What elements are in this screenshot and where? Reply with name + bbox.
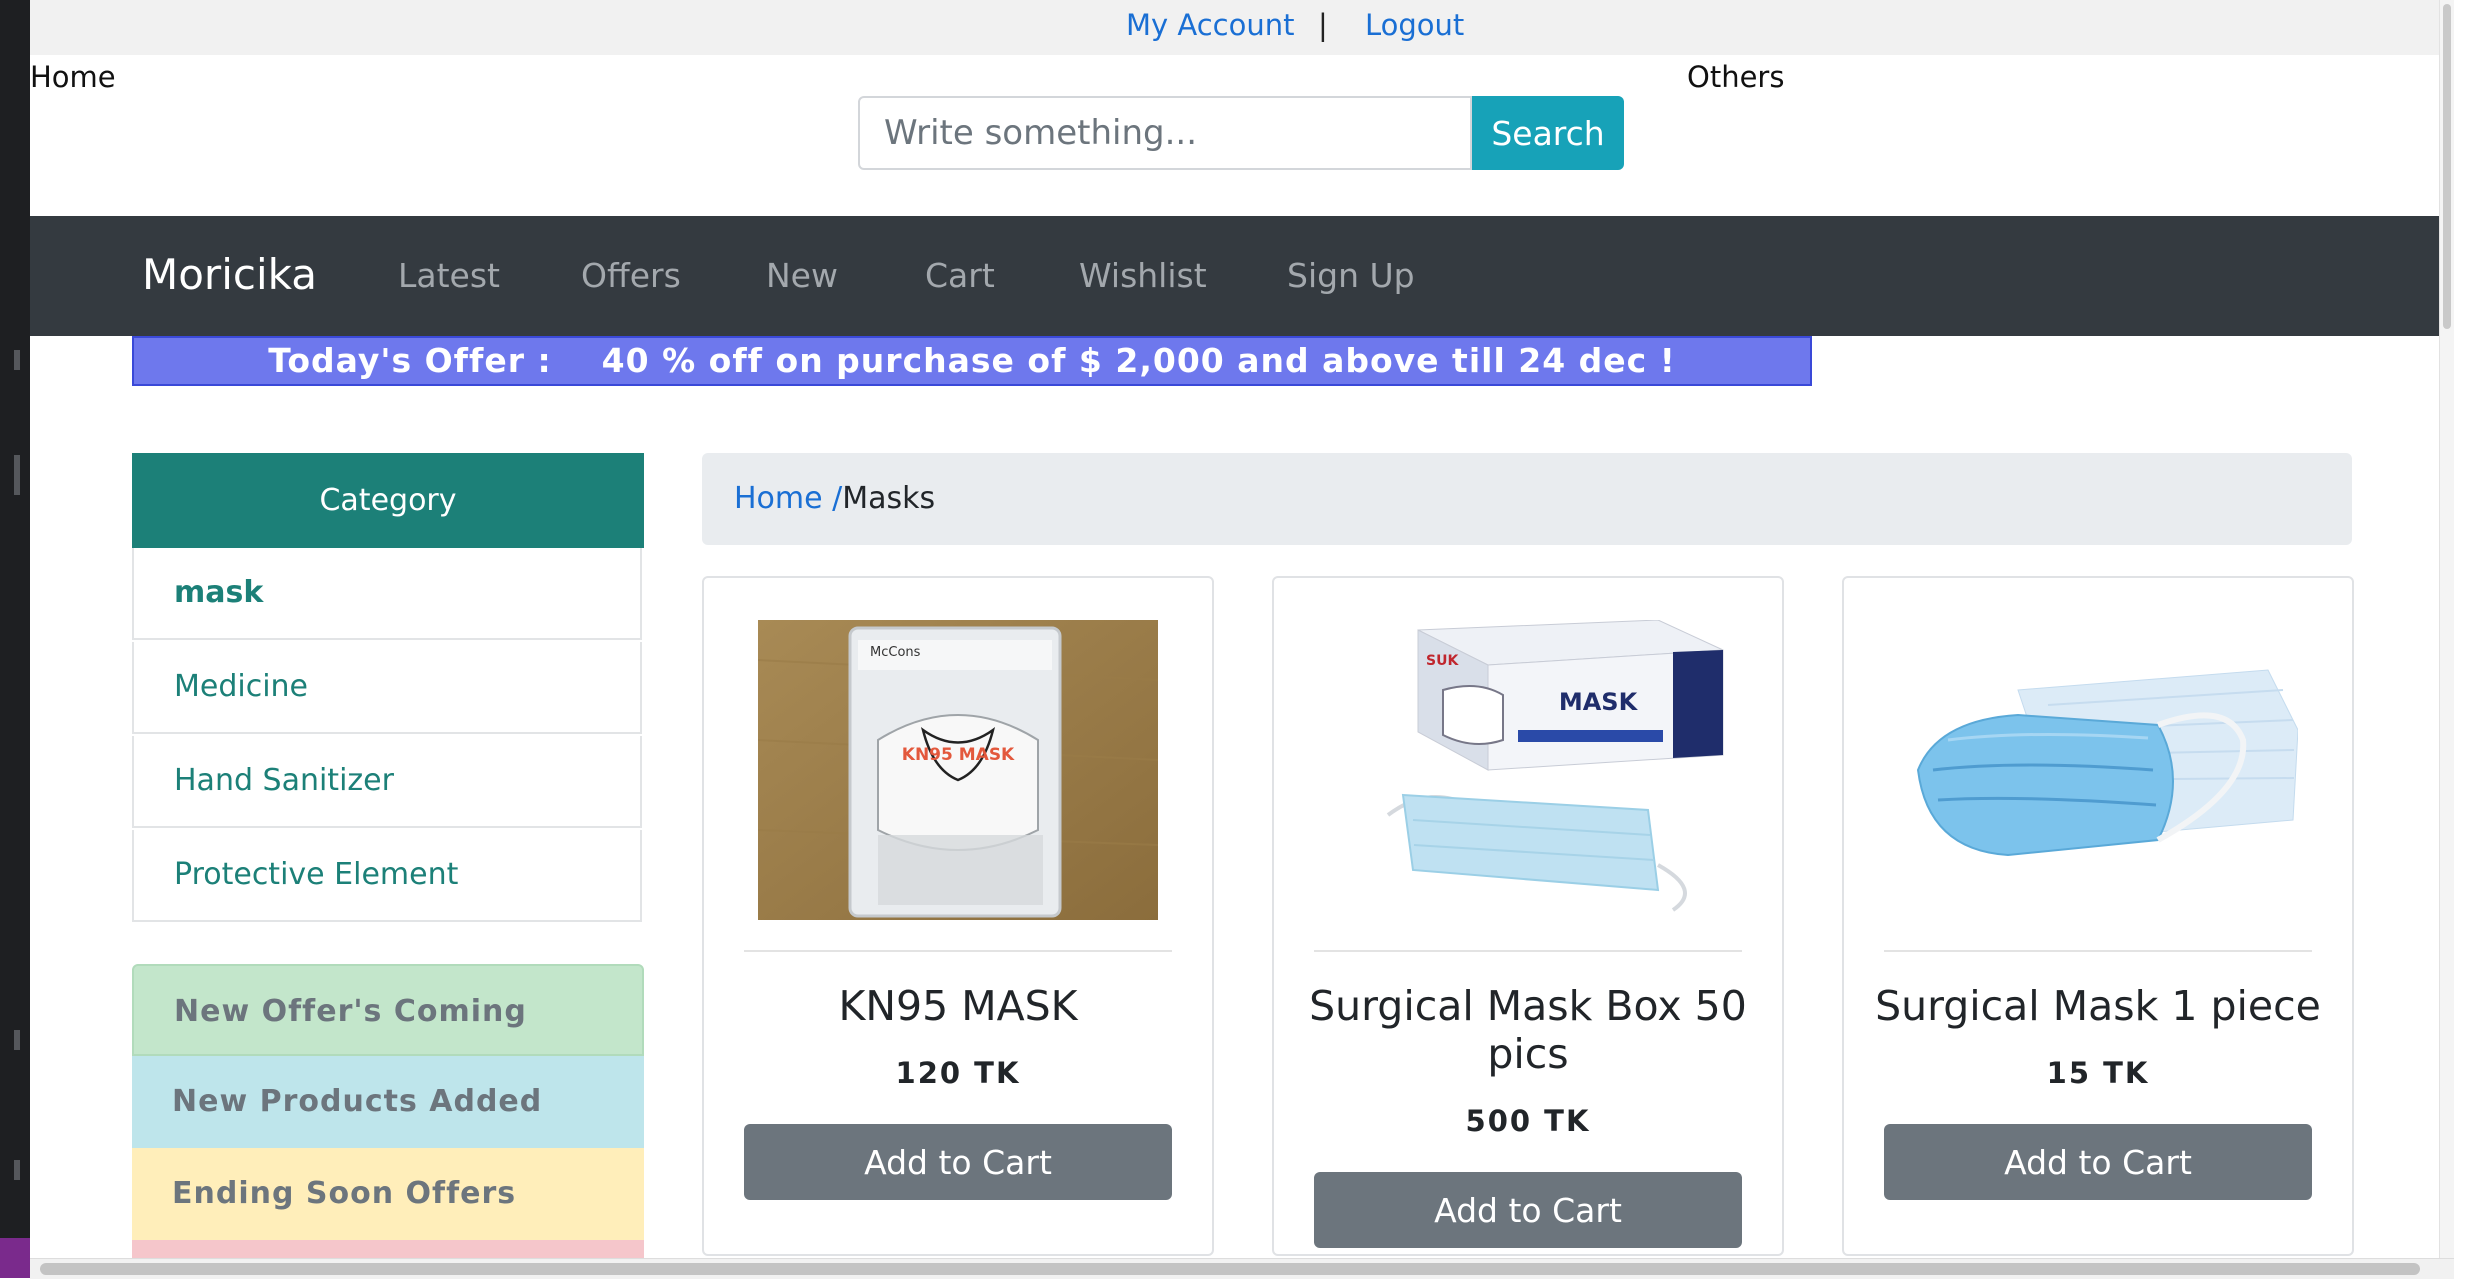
edge-mark bbox=[14, 1030, 20, 1050]
product-card: MASK SUK Surgical Mask Box 50 pics 500 T… bbox=[1272, 576, 1784, 1256]
card-divider bbox=[1314, 950, 1742, 952]
product-card: Surgical Mask 1 piece 15 TK Add to Cart bbox=[1842, 576, 2354, 1256]
box-label-text: MASK bbox=[1559, 688, 1639, 716]
product-title[interactable]: Surgical Mask Box 50 pics bbox=[1294, 982, 1762, 1078]
vertical-scrollbar[interactable] bbox=[2439, 0, 2454, 1278]
status-new-products[interactable]: New Products Added bbox=[132, 1056, 644, 1148]
nav-new[interactable]: New bbox=[766, 256, 838, 295]
my-account-link[interactable]: My Account bbox=[1126, 8, 1295, 42]
product-title[interactable]: KN95 MASK bbox=[724, 982, 1192, 1030]
product-price: 120 TK bbox=[895, 1056, 1021, 1090]
nav-latest[interactable]: Latest bbox=[398, 256, 500, 295]
nav-cart[interactable]: Cart bbox=[925, 256, 995, 295]
window-edge bbox=[0, 0, 30, 1278]
edge-mark bbox=[14, 350, 20, 370]
kn95-brand-text: McCons bbox=[870, 645, 921, 660]
category-heading: Category bbox=[132, 453, 644, 548]
product-card: McCons KN95 MASK KN95 MASK 120 TK Add to… bbox=[702, 576, 1214, 1256]
status-new-offers[interactable]: New Offer's Coming bbox=[132, 964, 644, 1056]
horizontal-scrollbar-thumb[interactable] bbox=[40, 1263, 2420, 1275]
product-image-surgical-box[interactable]: MASK SUK bbox=[1328, 620, 1728, 920]
card-divider bbox=[744, 950, 1172, 952]
product-image-surgical-piece[interactable] bbox=[1898, 620, 2298, 920]
dock-strip bbox=[0, 1238, 30, 1278]
card-divider bbox=[1884, 950, 2312, 952]
category-item-protective-element[interactable]: Protective Element bbox=[132, 830, 642, 922]
home-top-link[interactable]: Home bbox=[30, 60, 116, 94]
page: My Account | Logout Home Others Search M… bbox=[30, 0, 2454, 1278]
nav-offers[interactable]: Offers bbox=[581, 256, 681, 295]
product-title[interactable]: Surgical Mask 1 piece bbox=[1864, 982, 2332, 1030]
others-top-link[interactable]: Others bbox=[1687, 60, 1784, 94]
breadcrumb-current: Masks bbox=[842, 481, 936, 516]
status-ending-soon[interactable]: Ending Soon Offers bbox=[132, 1148, 644, 1240]
vertical-scrollbar-thumb[interactable] bbox=[2443, 4, 2451, 329]
add-to-cart-button[interactable]: Add to Cart bbox=[1314, 1172, 1742, 1248]
horizontal-scrollbar[interactable] bbox=[30, 1258, 2454, 1279]
category-item-mask[interactable]: mask bbox=[132, 548, 642, 640]
product-price: 500 TK bbox=[1465, 1104, 1591, 1138]
product-image-kn95[interactable]: McCons KN95 MASK bbox=[758, 620, 1158, 920]
nav-wishlist[interactable]: Wishlist bbox=[1079, 256, 1207, 295]
breadcrumb: Home /Masks bbox=[702, 453, 2352, 545]
category-item-medicine[interactable]: Medicine bbox=[132, 642, 642, 734]
search-button[interactable]: Search bbox=[1472, 96, 1624, 170]
account-separator: | bbox=[1318, 8, 1328, 42]
category-item-hand-sanitizer[interactable]: Hand Sanitizer bbox=[132, 736, 642, 828]
breadcrumb-home-link[interactable]: Home / bbox=[734, 481, 842, 516]
status-next[interactable] bbox=[132, 1240, 644, 1260]
nav-sign-up[interactable]: Sign Up bbox=[1287, 256, 1415, 295]
edge-mark bbox=[14, 455, 20, 495]
box-brand-text: SUK bbox=[1426, 653, 1459, 669]
main-navbar: Moricika Latest Offers New Cart Wishlist… bbox=[30, 216, 2454, 336]
add-to-cart-button[interactable]: Add to Cart bbox=[744, 1124, 1172, 1200]
account-bar: My Account | Logout bbox=[30, 0, 2454, 55]
search-input[interactable] bbox=[858, 96, 1472, 170]
offer-banner: Today's Offer : 40 % off on purchase of … bbox=[132, 336, 1812, 386]
kn95-label-text: KN95 MASK bbox=[902, 745, 1015, 765]
search-form: Search bbox=[858, 96, 1628, 172]
add-to-cart-button[interactable]: Add to Cart bbox=[1884, 1124, 2312, 1200]
logout-link[interactable]: Logout bbox=[1365, 8, 1464, 42]
edge-mark bbox=[14, 1160, 20, 1180]
offer-text: Today's Offer : 40 % off on purchase of … bbox=[268, 341, 1676, 380]
product-price: 15 TK bbox=[2046, 1056, 2150, 1090]
brand-logo[interactable]: Moricika bbox=[142, 250, 317, 299]
